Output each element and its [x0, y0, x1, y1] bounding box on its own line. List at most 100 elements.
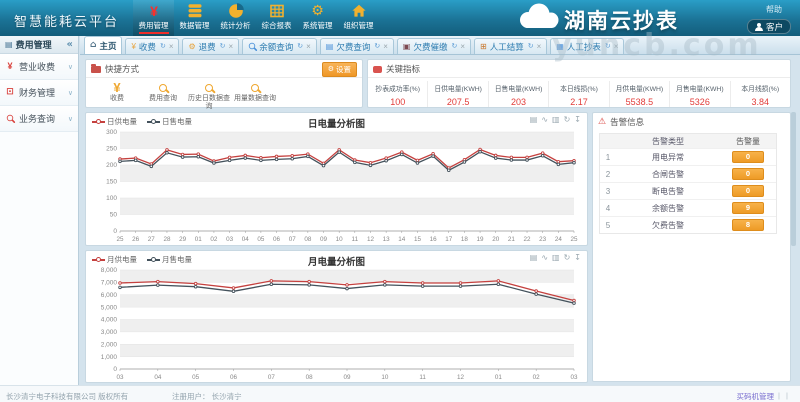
alarm-count-badge[interactable]: 8	[732, 219, 764, 231]
shortcut-usage-data-query[interactable]: 用量数据查询	[232, 81, 278, 112]
refresh-icon[interactable]: ↻	[297, 43, 303, 50]
app-title: 智慧能耗云平台	[14, 11, 119, 30]
settings-label: 设置	[336, 64, 351, 75]
search-icon	[159, 81, 167, 94]
settings-button[interactable]: ⚙ 设置	[322, 62, 357, 77]
tab-home[interactable]: ⌂ 主页	[84, 36, 122, 54]
nav-item-system[interactable]: ⚙ 系统管理	[297, 0, 338, 36]
svg-text:02: 02	[533, 374, 541, 381]
refresh-icon[interactable]: ↻	[160, 43, 166, 50]
metric-daily-supply: 日供电量(KWH) 207.5	[427, 81, 487, 107]
legend-daily-sales[interactable]: 日售电量	[147, 116, 192, 127]
close-icon[interactable]: ×	[229, 43, 234, 51]
monthly-chart-canvas: 01,0002,0003,0004,0005,0006,0007,0008,00…	[89, 267, 584, 386]
tab-manual-meter-reading[interactable]: ▦ 人工抄表 ↻ ×	[550, 38, 624, 54]
svg-text:02: 02	[210, 236, 218, 243]
shortcut-fee-query[interactable]: 费用查询	[140, 81, 186, 112]
nav-item-data-management[interactable]: 数据管理	[174, 0, 215, 36]
sidebar-item-business-charging[interactable]: ¥ 营业收费 ∨	[0, 54, 78, 80]
tab-label: 主页	[99, 40, 116, 52]
bar-chart-icon[interactable]: ▥	[552, 115, 560, 124]
legend-daily-supply[interactable]: 日供电量	[92, 116, 137, 127]
nav-item-statistics[interactable]: 统计分析	[215, 0, 256, 36]
nav-label: 组织管理	[344, 20, 374, 32]
svg-text:09: 09	[320, 236, 328, 243]
shortcut-history-daily-data-query[interactable]: 历史日数据查询	[186, 81, 232, 112]
shortcut-label: 历史日数据查询	[187, 95, 231, 112]
metric-monthly-sales: 月售电量(KWH) 5326	[669, 81, 729, 107]
data-view-icon[interactable]: ▤	[530, 253, 538, 262]
nav-item-fee-management[interactable]: ¥ 费用管理	[133, 0, 174, 36]
tab-arrears-query[interactable]: ▤ 欠费查询 ↻ ×	[320, 38, 394, 54]
tab-arrears-collection[interactable]: ▣ 欠费催缴 ↻ ×	[397, 38, 471, 54]
shortcut-charging[interactable]: ¥ 收费	[94, 81, 140, 112]
svg-text:15: 15	[414, 236, 422, 243]
download-icon[interactable]: ↧	[574, 115, 581, 124]
alarm-count-badge[interactable]: 9	[732, 202, 764, 214]
database-icon	[187, 2, 203, 19]
sidebar-item-finance-management[interactable]: ⊡ 财务管理 ∨	[0, 80, 78, 106]
tab-label: 余额查询	[259, 41, 293, 53]
metric-monthly-supply: 月供电量(KWH) 5538.5	[609, 81, 669, 107]
nav-label: 系统管理	[303, 20, 333, 32]
svg-text:21: 21	[508, 236, 516, 243]
collapse-icon[interactable]: «	[67, 40, 73, 50]
legend-monthly-sales[interactable]: 月售电量	[147, 254, 192, 265]
main-nav: ¥ 费用管理 数据管理 统计分析 综合报表	[133, 0, 379, 36]
metric-monthly-line-loss: 本月线损(%) 3.84	[730, 81, 790, 107]
vertical-scrollbar[interactable]	[791, 112, 796, 246]
sidebar: ▤ 费用管理 « ¥ 营业收费 ∨ ⊡ 财务管理 ∨ 业务查询 ∨	[0, 36, 79, 385]
legend-monthly-supply[interactable]: 月供电量	[92, 254, 137, 265]
code-machine-link[interactable]: 买码机管理	[737, 391, 775, 402]
close-icon[interactable]: ×	[460, 43, 465, 51]
nav-item-reports[interactable]: 综合报表	[256, 0, 297, 36]
close-icon[interactable]: ×	[169, 43, 174, 51]
close-icon[interactable]: ×	[614, 43, 619, 51]
daily-electricity-chart-panel: 日供电量 日售电量 日电量分析图 ▤ ∿ ▥ ↻ ↧ 0501001502002…	[85, 112, 588, 246]
tab-refund[interactable]: ⚙ 退费 ↻ ×	[182, 38, 239, 54]
line-chart-icon[interactable]: ∿	[541, 115, 548, 124]
svg-text:29: 29	[179, 236, 187, 243]
restore-icon[interactable]: ↻	[564, 115, 571, 124]
svg-text:08: 08	[306, 374, 314, 381]
sidebar-header-fee-management[interactable]: ▤ 费用管理 «	[0, 36, 78, 54]
svg-text:0: 0	[113, 366, 117, 373]
close-icon[interactable]: ×	[383, 43, 388, 51]
svg-text:11: 11	[352, 236, 359, 243]
sidebar-item-business-query[interactable]: 业务查询 ∨	[0, 106, 78, 132]
svg-text:13: 13	[383, 236, 391, 243]
alarm-count-badge[interactable]: 0	[732, 168, 764, 180]
tab-balance-query[interactable]: 余额查询 ↻ ×	[242, 38, 317, 54]
alarm-count-badge[interactable]: 0	[732, 185, 764, 197]
svg-text:7,000: 7,000	[101, 280, 118, 287]
svg-text:5,000: 5,000	[101, 304, 118, 311]
data-view-icon[interactable]: ▤	[530, 115, 538, 124]
svg-text:26: 26	[132, 236, 140, 243]
refresh-icon[interactable]: ↻	[374, 43, 380, 50]
nav-label: 统计分析	[221, 20, 251, 32]
svg-text:05: 05	[192, 374, 200, 381]
refresh-icon[interactable]: ↻	[605, 43, 611, 50]
nav-item-organization[interactable]: 组织管理	[338, 0, 379, 36]
help-link[interactable]: 帮助	[766, 4, 782, 15]
refresh-icon[interactable]: ↻	[220, 43, 226, 50]
warning-icon: ⚠	[598, 118, 606, 127]
pager-bars: | |	[778, 391, 790, 400]
refresh-icon[interactable]: ↻	[528, 43, 534, 50]
tab-charging[interactable]: ¥ 收费 ↻ ×	[125, 38, 179, 54]
close-icon[interactable]: ×	[537, 43, 542, 51]
restore-icon[interactable]: ↻	[564, 253, 571, 262]
alarm-count-badge[interactable]: 0	[732, 151, 764, 163]
refresh-icon[interactable]: ↻	[451, 43, 457, 50]
bar-chart-icon[interactable]: ▥	[552, 253, 560, 262]
tab-manual-settlement[interactable]: ⊞ 人工结算 ↻ ×	[474, 38, 547, 54]
line-chart-icon[interactable]: ∿	[541, 253, 548, 262]
chart-toolbar: ▤ ∿ ▥ ↻ ↧	[530, 253, 581, 262]
svg-text:10: 10	[381, 374, 389, 381]
svg-text:04: 04	[242, 236, 250, 243]
close-icon[interactable]: ×	[306, 43, 311, 51]
download-icon[interactable]: ↧	[574, 253, 581, 262]
user-button[interactable]: 客户	[747, 19, 791, 34]
sidebar-item-label: 财务管理	[19, 86, 55, 99]
svg-text:04: 04	[154, 374, 162, 381]
